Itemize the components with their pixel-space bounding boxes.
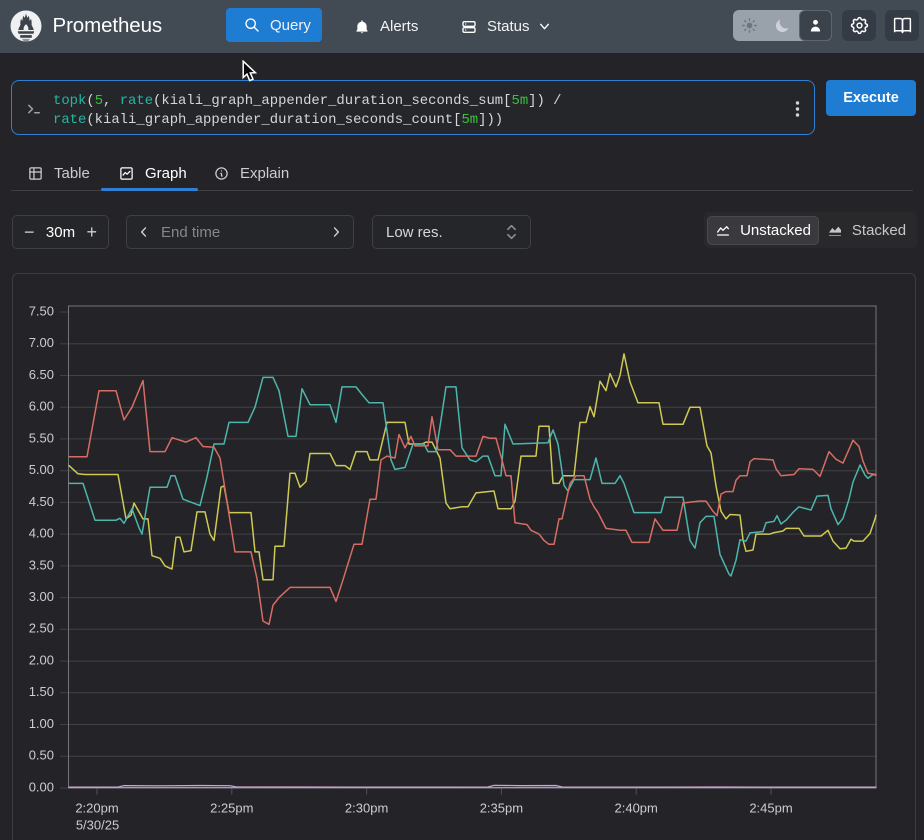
svg-text:4.50: 4.50 xyxy=(29,494,54,509)
svg-text:2:35pm: 2:35pm xyxy=(480,801,523,816)
svg-text:1.00: 1.00 xyxy=(29,716,54,731)
svg-text:7.50: 7.50 xyxy=(29,303,54,318)
svg-text:0.00: 0.00 xyxy=(29,779,54,794)
svg-text:2.50: 2.50 xyxy=(29,621,54,636)
svg-text:2:20pm: 2:20pm xyxy=(75,801,118,816)
svg-text:6.00: 6.00 xyxy=(29,399,54,414)
svg-text:2:30pm: 2:30pm xyxy=(345,801,388,816)
svg-text:2.00: 2.00 xyxy=(29,653,54,668)
svg-text:0.50: 0.50 xyxy=(29,748,54,763)
svg-text:1.50: 1.50 xyxy=(29,684,54,699)
svg-text:7.00: 7.00 xyxy=(29,335,54,350)
svg-text:2:45pm: 2:45pm xyxy=(749,801,792,816)
svg-text:5.00: 5.00 xyxy=(29,462,54,477)
svg-text:4.00: 4.00 xyxy=(29,526,54,541)
svg-text:3.00: 3.00 xyxy=(29,589,54,604)
svg-text:2:25pm: 2:25pm xyxy=(210,801,253,816)
svg-text:5.50: 5.50 xyxy=(29,430,54,445)
svg-text:2:40pm: 2:40pm xyxy=(615,801,658,816)
svg-text:3.50: 3.50 xyxy=(29,557,54,572)
svg-text:6.50: 6.50 xyxy=(29,367,54,382)
svg-text:5/30/25: 5/30/25 xyxy=(76,818,119,833)
